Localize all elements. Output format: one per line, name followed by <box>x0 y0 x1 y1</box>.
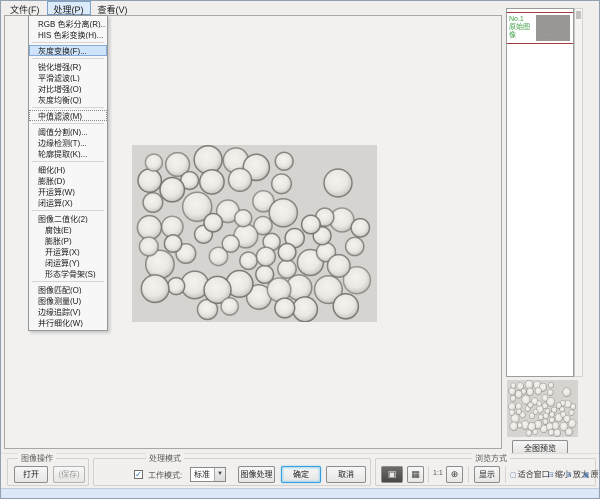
process-dropdown-menu: RGB 色彩分离(R)...HIS 色彩变换(H)... 灰度变换(F)... 锐化… <box>28 15 108 331</box>
option-fit-window[interactable]: ▢适合窗口 <box>510 469 550 480</box>
full-preview-button[interactable]: 全图预览 <box>512 440 568 454</box>
option-original[interactable]: ▣原图 <box>583 469 600 480</box>
menu-separator <box>32 210 104 211</box>
group-process-mode-label: 处理模式 <box>146 453 184 464</box>
cancel-button[interactable]: 取消 <box>326 466 366 483</box>
menu-item[interactable]: 轮廓提取(K)... <box>29 148 107 159</box>
menu-item[interactable]: 灰度均衡(Q) <box>29 94 107 105</box>
enlarge-icon: ⊞ <box>566 472 572 479</box>
menu-item[interactable]: 对比增强(O) <box>29 83 107 94</box>
group-process-mode: 处理模式 ✓ 工作模式: 标准 ▼ 图像处理 确定 取消 <box>93 458 371 486</box>
save-button[interactable]: (保存) <box>53 466 85 483</box>
menu-item[interactable]: 膨胀(D) <box>29 175 107 186</box>
menu-item[interactable]: 腐蚀(E) <box>29 224 107 235</box>
image-list[interactable]: No.1 原始图像 <box>506 8 574 377</box>
menu-item[interactable]: 锐化增强(R) <box>29 61 107 72</box>
menu-item[interactable]: 图像测量(U) <box>29 295 107 306</box>
preview-thumbnail <box>507 380 578 437</box>
menu-item[interactable]: 平滑滤波(L) <box>29 72 107 83</box>
bottom-toolbar: 图像操作 打开 (保存) 处理模式 ✓ 工作模式: 标准 ▼ 图像处理 确定 取… <box>1 453 600 488</box>
window-bottom-frame <box>1 488 600 499</box>
group-image-ops-label: 图像操作 <box>18 453 56 464</box>
grid-button[interactable]: ▦ <box>407 466 424 483</box>
micrograph-image <box>132 145 377 322</box>
group-browse-mode: 浏览方式 ▣ ▦ 1:1 ⊕ 显示 ▢适合窗口 ⊟缩小 ⊞放大 <box>375 458 596 486</box>
menu-separator <box>32 107 104 108</box>
menu-item[interactable]: 中值滤波(M) <box>29 110 107 121</box>
menu-item[interactable]: 灰度变换(F)... <box>29 45 107 56</box>
menu-separator <box>32 123 104 124</box>
menu-separator <box>32 281 104 282</box>
group-image-ops: 图像操作 打开 (保存) <box>7 458 89 486</box>
menu-separator <box>32 58 104 59</box>
list-item-selected[interactable]: No.1 原始图像 <box>507 12 573 44</box>
open-button[interactable]: 打开 <box>14 466 48 483</box>
menu-view[interactable]: 查看(V) <box>91 1 135 15</box>
menu-process[interactable]: 处理(P) <box>47 1 91 15</box>
menu-item[interactable]: 开运算(W) <box>29 186 107 197</box>
menu-item[interactable]: RGB 色彩分离(R)... <box>29 18 107 29</box>
mode-label: 工作模式: <box>148 470 182 481</box>
grid-icon: ▦ <box>411 469 420 479</box>
menu-item[interactable]: 边缘检测(T)... <box>29 137 107 148</box>
list-item-thumbnail <box>536 15 570 41</box>
zoom-ratio-label: 1:1 <box>433 470 443 477</box>
menu-item[interactable]: 图像匹配(O) <box>29 284 107 295</box>
menu-item[interactable]: 细化(H) <box>29 164 107 175</box>
enable-checkbox[interactable]: ✓ <box>134 470 143 479</box>
menu-file[interactable]: 文件(F) <box>3 1 47 15</box>
show-button[interactable]: 显示 <box>474 466 500 483</box>
magnifier-icon: ⊕ <box>451 469 459 479</box>
process-button[interactable]: 图像处理 <box>238 466 275 483</box>
menu-item[interactable]: 开运算(X) <box>29 246 107 257</box>
menu-item[interactable]: 膨胀(P) <box>29 235 107 246</box>
scrollbar-thumb[interactable] <box>576 11 581 19</box>
menu-item[interactable]: 边缘追踪(V) <box>29 306 107 317</box>
menu-item[interactable]: 形态学骨架(S) <box>29 268 107 279</box>
list-scrollbar[interactable] <box>574 8 583 377</box>
ok-button[interactable]: 确定 <box>281 466 321 483</box>
shrink-icon: ⊟ <box>548 472 554 479</box>
mode-combobox[interactable]: 标准 ▼ <box>190 467 226 482</box>
capture-button[interactable]: ▣ <box>381 466 403 483</box>
menu-separator <box>32 42 104 43</box>
menu-item[interactable]: 并行细化(W) <box>29 317 107 328</box>
menu-item[interactable]: 阈值分割(N)... <box>29 126 107 137</box>
menu-item[interactable]: 闭运算(Y) <box>29 257 107 268</box>
check-icon: ✓ <box>135 470 142 479</box>
capture-icon: ▣ <box>388 469 397 479</box>
fit-icon: ▢ <box>510 472 517 479</box>
app-window: 文件(F) 处理(P) 查看(V) <box>0 0 600 499</box>
chevron-down-icon: ▼ <box>214 468 225 481</box>
magnifier-button[interactable]: ⊕ <box>446 466 463 483</box>
list-item-text: No.1 原始图像 <box>507 16 535 40</box>
menu-item[interactable]: 闭运算(X) <box>29 197 107 208</box>
original-icon: ▣ <box>583 472 590 479</box>
menu-item[interactable]: HIS 色彩变换(H)... <box>29 29 107 40</box>
menu-item[interactable]: 图像二值化(2) <box>29 213 107 224</box>
group-browse-mode-label: 浏览方式 <box>472 453 510 464</box>
menu-separator <box>32 161 104 162</box>
